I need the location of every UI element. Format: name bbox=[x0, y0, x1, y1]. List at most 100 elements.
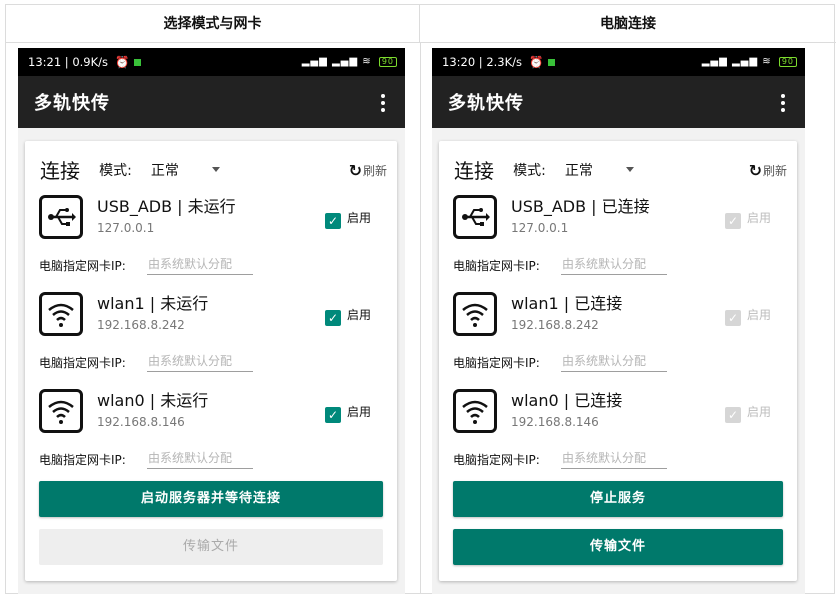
chevron-down-icon bbox=[212, 167, 220, 172]
app-bar: 多轨快传 bbox=[432, 76, 805, 128]
mode-select[interactable]: 正常 bbox=[137, 159, 220, 179]
interface-usb-adb: USB_ADB | 已连接 127.0.0.1 ✓ 启用 电脑指定网卡IP: 由系… bbox=[453, 191, 783, 286]
overflow-menu-icon[interactable] bbox=[781, 94, 785, 115]
interface-address: 192.168.8.242 bbox=[97, 318, 185, 332]
interface-wlan1: wlan1 | 未运行 192.168.8.242 ✓ 启用 电脑指定网卡IP: … bbox=[39, 288, 383, 383]
interface-wlan1: wlan1 | 已连接 192.168.8.242 ✓ 启用 电脑指定网卡IP: … bbox=[453, 288, 783, 383]
enable-checkbox[interactable]: ✓ 启用 bbox=[324, 209, 371, 229]
mode-value: 正常 bbox=[150, 162, 179, 179]
stop-service-button[interactable]: 停止服务 bbox=[453, 481, 783, 517]
ip-input[interactable]: 由系统默认分配 bbox=[561, 255, 667, 275]
enable-checkbox[interactable]: ✓ 启用 bbox=[724, 403, 771, 423]
interface-address: 127.0.0.1 bbox=[97, 221, 155, 235]
check-icon: ✓ bbox=[724, 213, 741, 229]
battery-icon: 90 bbox=[778, 57, 797, 67]
overflow-menu-icon[interactable] bbox=[381, 94, 385, 115]
interface-name: wlan0 | 未运行 bbox=[97, 391, 209, 410]
ip-label: 电脑指定网卡IP: bbox=[39, 356, 126, 370]
status-bar: 13:20 | 2.3K/s ⏰ ▂▄▆ ▂▄▆ ≋ 90 bbox=[432, 48, 805, 76]
wifi-status-icon: ≋ bbox=[362, 56, 372, 67]
signal-icon: ▂▄▆ ▂▄▆ bbox=[301, 56, 359, 67]
mode-select[interactable]: 正常 bbox=[551, 159, 634, 179]
card-title: 连接 bbox=[454, 159, 494, 183]
ip-label: 电脑指定网卡IP: bbox=[453, 356, 540, 370]
chevron-down-icon bbox=[626, 167, 634, 172]
refresh-button[interactable]: ↻刷新 bbox=[349, 161, 387, 180]
ip-input[interactable]: 由系统默认分配 bbox=[561, 449, 667, 469]
check-icon: ✓ bbox=[724, 407, 741, 423]
wifi-status-icon: ≋ bbox=[762, 56, 772, 67]
ip-input[interactable]: 由系统默认分配 bbox=[561, 352, 667, 372]
status-time-speed: 13:20 | 2.3K/s bbox=[442, 55, 523, 69]
enable-label: 启用 bbox=[346, 211, 371, 225]
interface-address: 192.168.8.242 bbox=[511, 318, 599, 332]
enable-label: 启用 bbox=[346, 405, 371, 419]
column-header-right: 电脑连接 bbox=[420, 5, 836, 43]
interface-name: USB_ADB | 未运行 bbox=[97, 197, 236, 216]
interface-name: wlan1 | 已连接 bbox=[511, 294, 623, 313]
status-bar: 13:21 | 0.9K/s ⏰ ▂▄▆ ▂▄▆ ≋ 90 bbox=[18, 48, 405, 76]
wifi-icon bbox=[39, 292, 83, 336]
interface-wlan0: wlan0 | 已连接 192.168.8.146 ✓ 启用 电脑指定网卡IP: … bbox=[453, 385, 783, 480]
ip-input[interactable]: 由系统默认分配 bbox=[147, 255, 253, 275]
card-header: 连接 模式: 正常 bbox=[40, 155, 220, 183]
phone-screenshot-left: 13:21 | 0.9K/s ⏰ ▂▄▆ ▂▄▆ ≋ 90 多轨快传 连接 模式… bbox=[18, 48, 405, 594]
column-divider bbox=[420, 43, 421, 594]
interface-name: wlan1 | 未运行 bbox=[97, 294, 209, 313]
column-header-left: 选择模式与网卡 bbox=[6, 5, 420, 43]
interface-usb-adb: USB_ADB | 未运行 127.0.0.1 ✓ 启用 电脑指定网卡IP: 由系… bbox=[39, 191, 383, 286]
card-title: 连接 bbox=[40, 159, 80, 183]
ip-input[interactable]: 由系统默认分配 bbox=[147, 449, 253, 469]
transfer-files-button[interactable]: 传输文件 bbox=[39, 529, 383, 565]
wifi-icon bbox=[39, 389, 83, 433]
ip-label: 电脑指定网卡IP: bbox=[453, 453, 540, 467]
alarm-icon: ⏰ bbox=[525, 55, 544, 69]
usb-icon bbox=[453, 195, 497, 239]
ip-input[interactable]: 由系统默认分配 bbox=[147, 352, 253, 372]
enable-checkbox[interactable]: ✓ 启用 bbox=[324, 403, 371, 423]
card-header: 连接 模式: 正常 bbox=[454, 155, 634, 183]
wifi-icon bbox=[453, 292, 497, 336]
interface-wlan0: wlan0 | 未运行 192.168.8.146 ✓ 启用 电脑指定网卡IP: … bbox=[39, 385, 383, 480]
status-icons: ▂▄▆ ▂▄▆ ≋ 90 bbox=[702, 48, 797, 76]
refresh-icon: ↻ bbox=[748, 161, 762, 180]
ip-label: 电脑指定网卡IP: bbox=[39, 453, 126, 467]
refresh-label: 刷新 bbox=[362, 164, 387, 178]
check-icon: ✓ bbox=[324, 407, 341, 423]
ip-label: 电脑指定网卡IP: bbox=[39, 259, 126, 273]
interface-address: 192.168.8.146 bbox=[97, 415, 185, 429]
interface-address: 192.168.8.146 bbox=[511, 415, 599, 429]
mode-label: 模式: bbox=[99, 162, 132, 179]
alarm-icon: ⏰ bbox=[111, 55, 130, 69]
check-icon: ✓ bbox=[324, 310, 341, 326]
enable-label: 启用 bbox=[746, 405, 771, 419]
connection-card: 连接 模式: 正常 ↻刷新 USB_ADB | 已连接 127.0.0.1 ✓ … bbox=[439, 141, 797, 581]
interface-name: wlan0 | 已连接 bbox=[511, 391, 623, 410]
refresh-label: 刷新 bbox=[762, 164, 787, 178]
app-title: 多轨快传 bbox=[34, 93, 110, 114]
ip-label: 电脑指定网卡IP: bbox=[453, 259, 540, 273]
transfer-files-button[interactable]: 传输文件 bbox=[453, 529, 783, 565]
connection-card: 连接 模式: 正常 ↻刷新 USB_ADB | 未运行 127.0.0.1 ✓ … bbox=[25, 141, 397, 581]
battery-icon: 90 bbox=[378, 57, 397, 67]
refresh-icon: ↻ bbox=[348, 161, 362, 180]
enable-label: 启用 bbox=[746, 308, 771, 322]
interface-name: USB_ADB | 已连接 bbox=[511, 197, 650, 216]
check-icon: ✓ bbox=[724, 310, 741, 326]
start-server-button[interactable]: 启动服务器并等待连接 bbox=[39, 481, 383, 517]
app-bar: 多轨快传 bbox=[18, 76, 405, 128]
enable-checkbox[interactable]: ✓ 启用 bbox=[324, 306, 371, 326]
enable-checkbox[interactable]: ✓ 启用 bbox=[724, 209, 771, 229]
signal-icon: ▂▄▆ ▂▄▆ bbox=[701, 56, 759, 67]
app-title: 多轨快传 bbox=[448, 93, 524, 114]
interface-address: 127.0.0.1 bbox=[511, 221, 569, 235]
enable-checkbox[interactable]: ✓ 启用 bbox=[724, 306, 771, 326]
phone-screenshot-right: 13:20 | 2.3K/s ⏰ ▂▄▆ ▂▄▆ ≋ 90 多轨快传 连接 模式… bbox=[432, 48, 805, 594]
mode-label: 模式: bbox=[513, 162, 546, 179]
status-time-speed: 13:21 | 0.9K/s bbox=[28, 55, 109, 69]
check-icon: ✓ bbox=[324, 213, 341, 229]
refresh-button[interactable]: ↻刷新 bbox=[749, 161, 787, 180]
notification-icon bbox=[133, 59, 141, 66]
wifi-icon bbox=[453, 389, 497, 433]
mode-value: 正常 bbox=[564, 162, 593, 179]
